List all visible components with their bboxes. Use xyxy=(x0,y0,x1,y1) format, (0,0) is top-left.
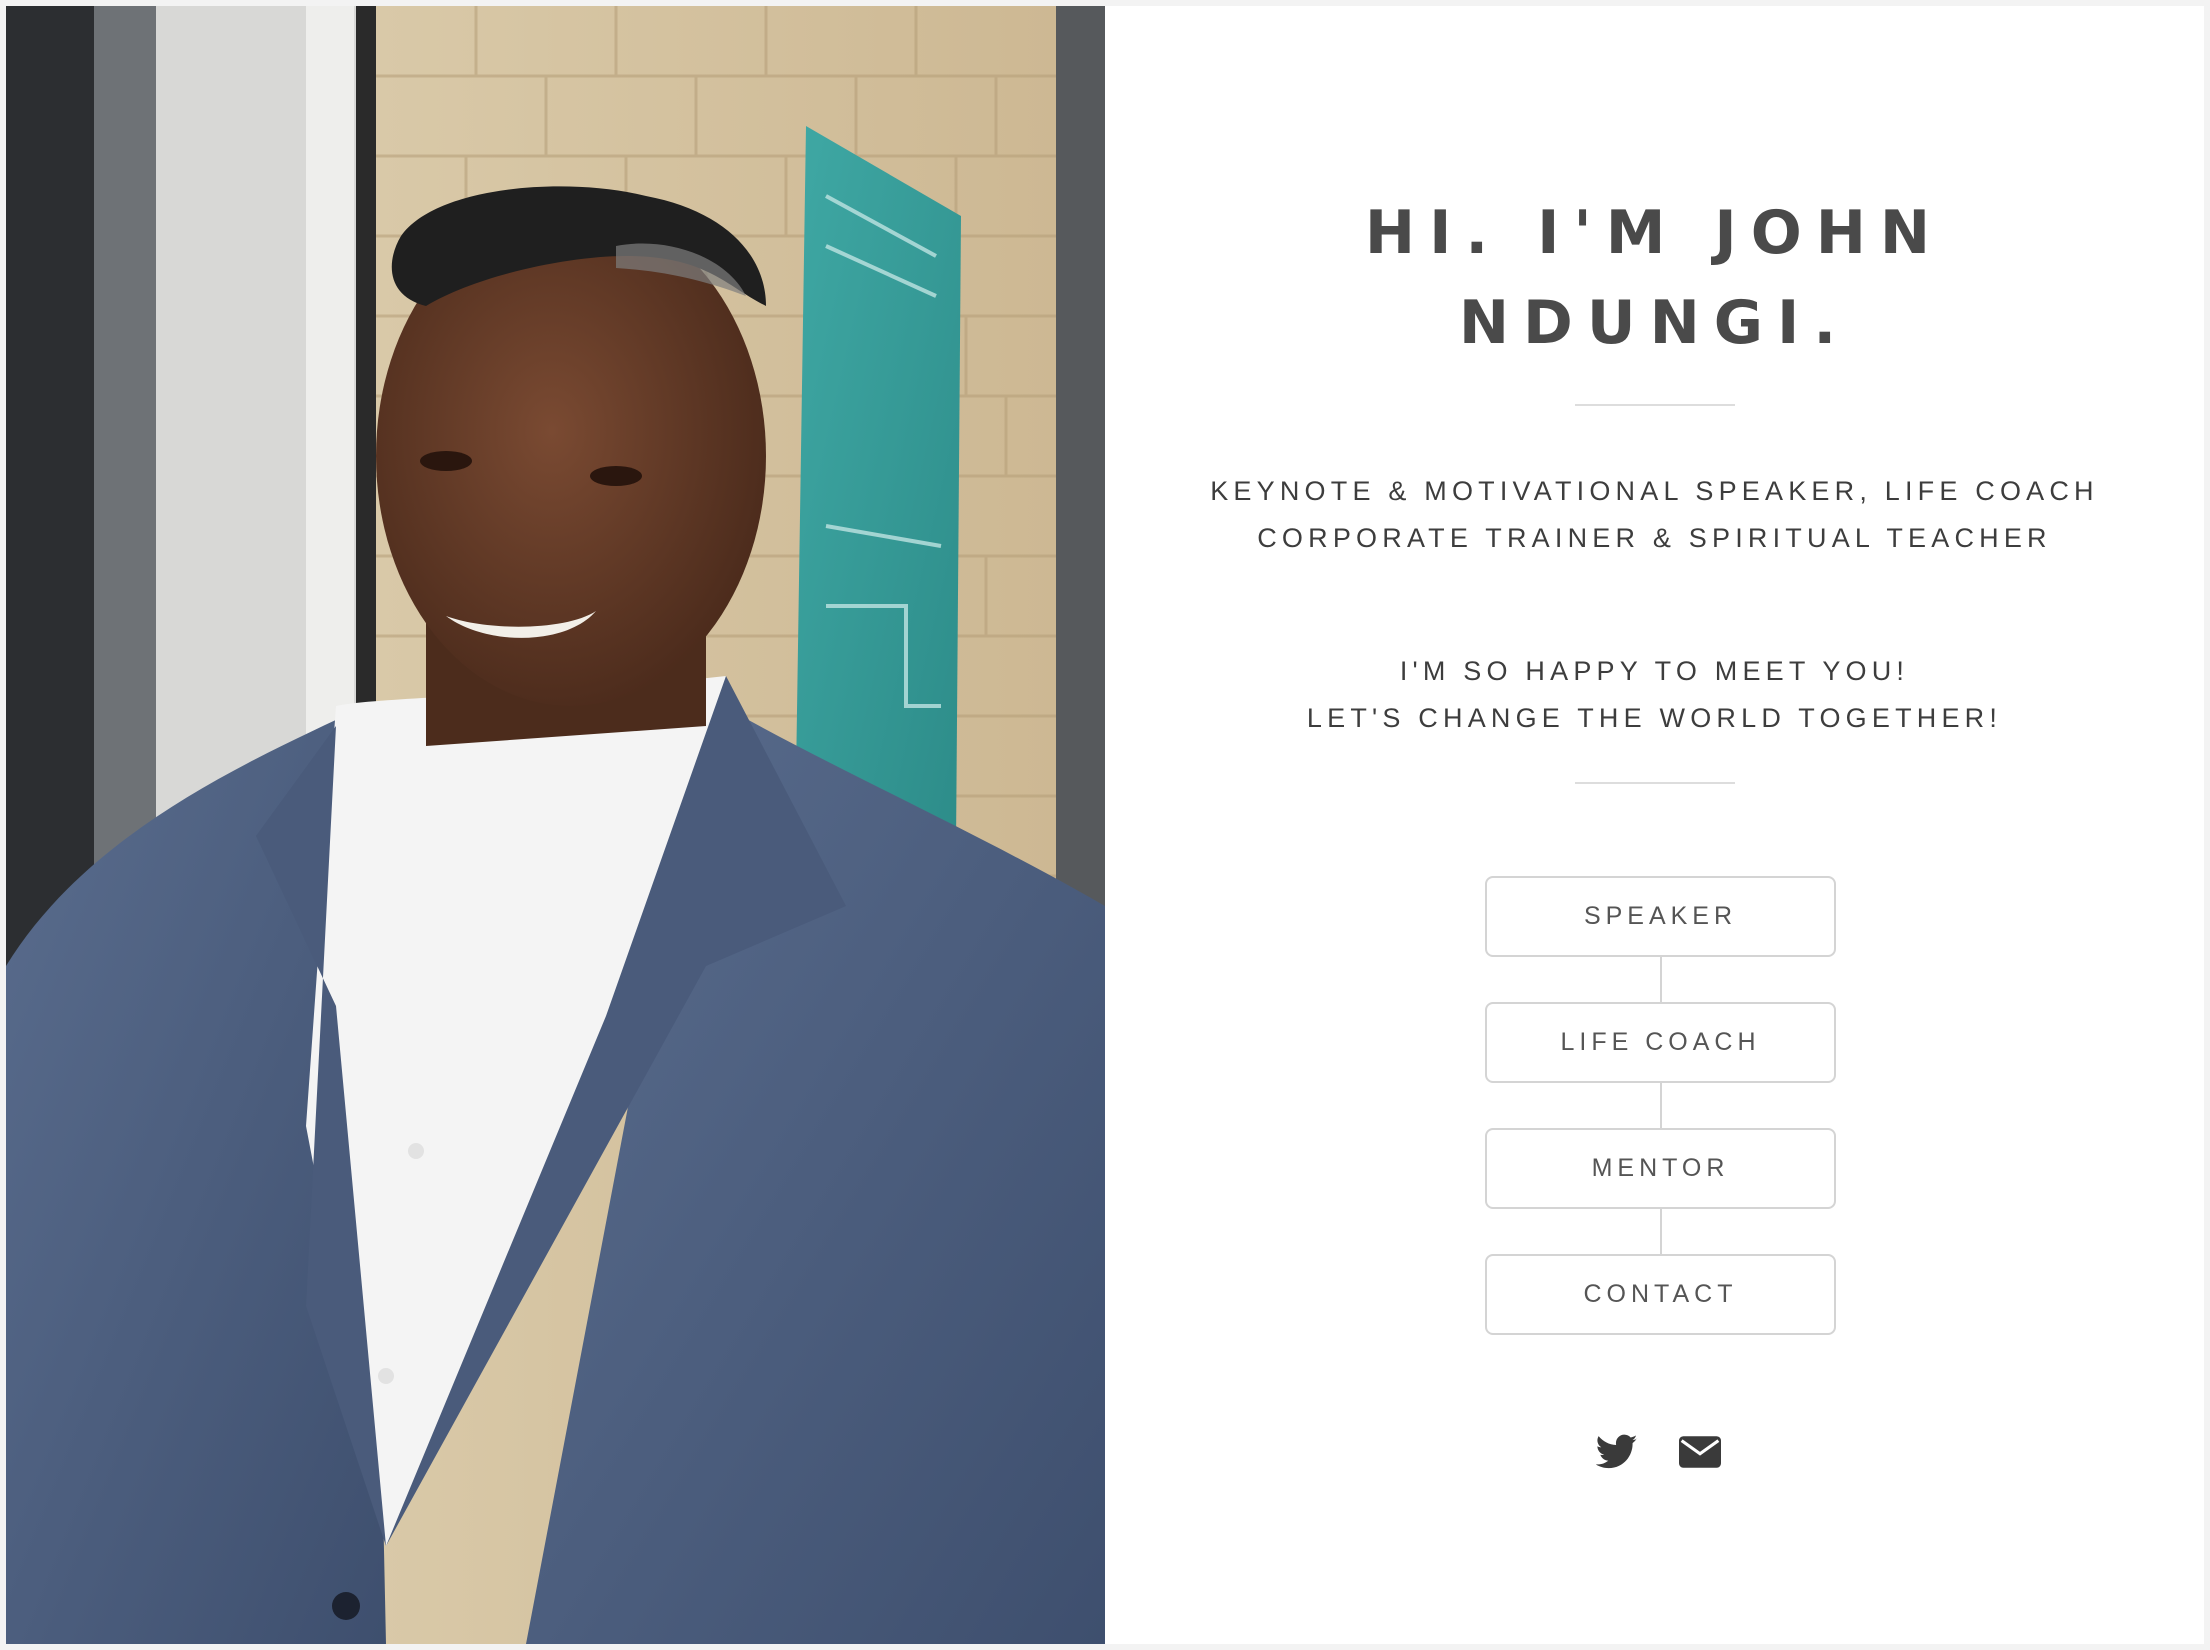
button-connector xyxy=(1660,1083,1662,1129)
portrait-illustration xyxy=(6,6,1105,1644)
contact-button[interactable]: CONTACT xyxy=(1485,1254,1836,1335)
profile-photo xyxy=(6,6,1105,1644)
page: HI. I'M JOHN NDUNGI. KEYNOTE & MOTIVATIO… xyxy=(6,6,2204,1644)
twitter-bird-glyph xyxy=(1596,1434,1638,1469)
title-line-1: HI. I'M JOHN xyxy=(1364,198,1945,268)
button-connector xyxy=(1660,1209,1662,1255)
envelope-icon[interactable] xyxy=(1678,1430,1722,1474)
roles-text: KEYNOTE & MOTIVATIONAL SPEAKER, LIFE COA… xyxy=(1105,468,2204,562)
page-title: HI. I'M JOHN NDUNGI. xyxy=(1105,188,2204,368)
greeting-text: I'M SO HAPPY TO MEET YOU! LET'S CHANGE T… xyxy=(1105,648,2204,742)
greeting-line-2: LET'S CHANGE THE WORLD TOGETHER! xyxy=(1306,703,2003,733)
title-line-2: NDUNGI. xyxy=(1458,288,1851,358)
intro-panel: HI. I'M JOHN NDUNGI. KEYNOTE & MOTIVATIO… xyxy=(1105,6,2204,1644)
greeting-line-1: I'M SO HAPPY TO MEET YOU! xyxy=(1399,656,1910,686)
roles-line-2: CORPORATE TRAINER & SPIRITUAL TEACHER xyxy=(1257,523,2052,553)
divider-top xyxy=(1575,404,1735,406)
divider-bottom xyxy=(1575,782,1735,784)
speaker-button[interactable]: SPEAKER xyxy=(1485,876,1836,957)
twitter-icon[interactable] xyxy=(1595,1430,1639,1474)
button-connector xyxy=(1660,957,1662,1003)
mentor-button[interactable]: MENTOR xyxy=(1485,1128,1836,1209)
life-coach-button[interactable]: LIFE COACH xyxy=(1485,1002,1836,1083)
envelope-glyph xyxy=(1679,1436,1721,1468)
roles-line-1: KEYNOTE & MOTIVATIONAL SPEAKER, LIFE COA… xyxy=(1210,476,2099,506)
